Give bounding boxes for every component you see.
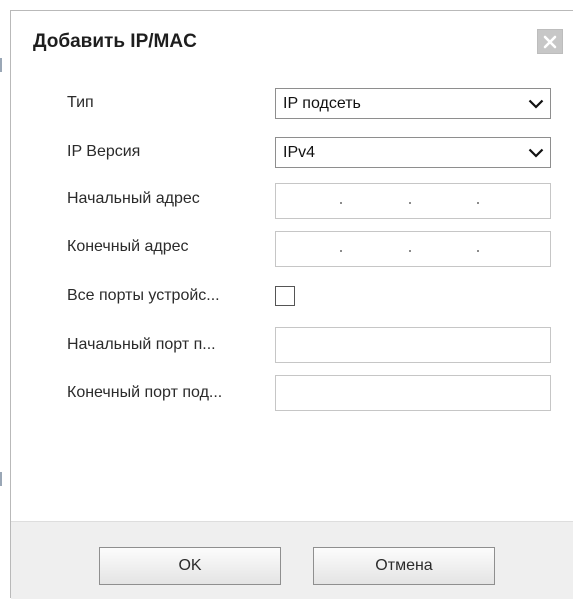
chevron-down-icon: [528, 148, 544, 158]
dialog-title: Добавить IP/MAC: [33, 31, 197, 52]
end-address-label: Конечный адрес: [67, 238, 189, 255]
start-port-row: Начальный порт п...: [11, 327, 573, 363]
end-port-row: Конечный порт под...: [11, 375, 573, 411]
ip-separator: [409, 250, 411, 252]
ip-version-row: IP Версия IPv4: [11, 136, 573, 168]
ip-separator: [340, 202, 342, 204]
start-address-input[interactable]: [275, 183, 551, 219]
background-edge: [0, 472, 2, 486]
type-select-value: IP подсеть: [283, 95, 361, 112]
ip-separator: [477, 202, 479, 204]
type-label: Тип: [67, 94, 94, 111]
ip-separator: [477, 250, 479, 252]
ip-separator: [409, 202, 411, 204]
close-icon: [543, 35, 557, 48]
end-address-input[interactable]: [275, 231, 551, 267]
ip-version-select[interactable]: IPv4: [275, 137, 551, 168]
ip-version-select-value: IPv4: [283, 144, 316, 161]
all-ports-row: Все порты устройс...: [11, 280, 573, 312]
all-ports-label: Все порты устройс...: [67, 287, 220, 304]
type-select[interactable]: IP подсеть: [275, 88, 551, 119]
end-port-input[interactable]: [275, 375, 551, 411]
start-address-row: Начальный адрес: [11, 183, 573, 219]
ok-button[interactable]: OK: [99, 547, 281, 585]
start-address-label: Начальный адрес: [67, 190, 200, 207]
dialog-titlebar: Добавить IP/MAC: [11, 11, 573, 71]
ip-version-label: IP Версия: [67, 143, 141, 160]
type-row: Тип IP подсеть: [11, 87, 573, 119]
start-port-label: Начальный порт п...: [67, 336, 216, 353]
dialog-footer: OK Отмена: [11, 521, 573, 599]
end-address-row: Конечный адрес: [11, 231, 573, 267]
close-button[interactable]: [537, 29, 563, 54]
add-ip-mac-dialog: Добавить IP/MAC Тип IP подсеть IP Версия…: [10, 10, 573, 599]
end-port-label: Конечный порт под...: [67, 384, 223, 401]
background-edge: [0, 58, 2, 72]
cancel-button[interactable]: Отмена: [313, 547, 495, 585]
chevron-down-icon: [528, 99, 544, 109]
ip-separator: [340, 250, 342, 252]
start-port-input[interactable]: [275, 327, 551, 363]
all-ports-checkbox[interactable]: [275, 286, 295, 306]
